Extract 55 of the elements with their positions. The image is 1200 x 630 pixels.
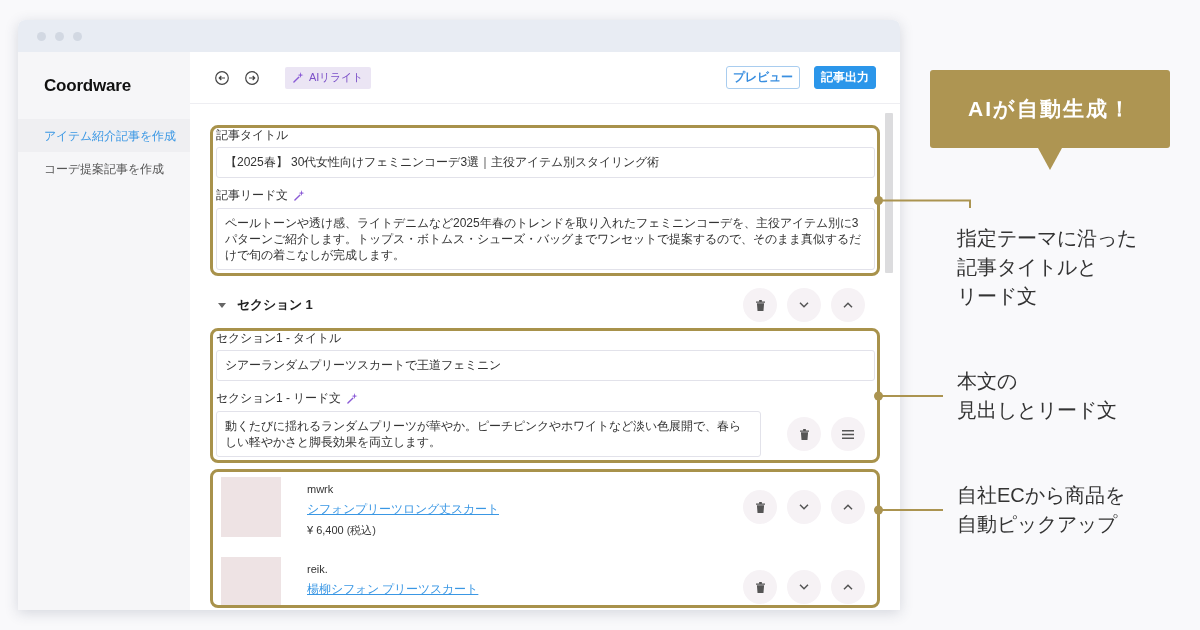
- tax-note: (税込): [346, 524, 377, 537]
- annotation-text: 自動ピックアップ: [957, 512, 1119, 537]
- sidebar-item[interactable]: コーデ提案記事を作成: [18, 152, 190, 185]
- brand-name: mwrk: [307, 482, 335, 496]
- bubble-pointer-icon: [1038, 148, 1062, 170]
- lead-text-field[interactable]: 動くたびに揺れるランダムプリーツが華やか。ピーチピンクやホワイトなど淡い色展開で、春らしい軽やかさと脚長効果を両立します。: [216, 411, 761, 457]
- delete-button[interactable]: [787, 417, 821, 451]
- back-icon[interactable]: [215, 70, 229, 85]
- caret-icon[interactable]: [218, 302, 226, 308]
- preview-button[interactable]: プレビュー: [726, 66, 800, 89]
- annotation-text: リード文: [957, 284, 1038, 309]
- annotation-text: 本文の: [957, 369, 1018, 394]
- magic-wand-icon[interactable]: [294, 190, 305, 201]
- trash-icon: [799, 428, 809, 440]
- delete-button[interactable]: [743, 490, 777, 524]
- ai-rewrite-button[interactable]: AIリライト: [285, 66, 372, 89]
- delete-button[interactable]: [743, 288, 777, 322]
- section-heading: セクション 1: [237, 296, 313, 315]
- annotation-text: 見出しとリード文: [957, 398, 1117, 423]
- title-field[interactable]: シアーランダムプリーツスカートで王道フェミニン: [216, 350, 875, 381]
- menu-icon: [842, 429, 854, 439]
- price-text: ¥ 6,400: [307, 524, 344, 537]
- chevron-down-icon: [799, 504, 809, 510]
- app-logo: Coordware: [44, 75, 131, 97]
- export-button[interactable]: 記事出力: [814, 66, 876, 89]
- lead-text-field[interactable]: ペールトーンや透け感、ライトデニムなど2025年春のトレンドを取り入れたフェミニンコーデを、主役アイテム別に3パターンご紹介します。トップス・ボトムス・シューズ・バッグまでワンセットで提案するので、そのまま真似するだけで旬の着こなしが完成します。: [216, 208, 875, 270]
- field-label: セクション1 - タイトル: [216, 331, 342, 346]
- trash-icon: [755, 501, 765, 513]
- magic-wand-icon: [293, 72, 304, 83]
- magic-wand-icon[interactable]: [347, 393, 359, 404]
- chevron-down-icon: [799, 584, 809, 590]
- chevron-up-icon: [843, 584, 853, 590]
- chevron-up-icon: [843, 302, 853, 308]
- delete-button[interactable]: [743, 570, 777, 604]
- photo-placeholder: [221, 477, 281, 537]
- field-label: セクション1 - リード文: [216, 391, 342, 406]
- annotation-text: 自社ECから商品を: [957, 483, 1125, 508]
- chevron-down-icon: [799, 302, 809, 308]
- photo-placeholder: [221, 557, 281, 605]
- annotation-text: 指定テーマに沿った: [957, 226, 1137, 251]
- sidebar-item[interactable]: アイテム紹介記事を作成: [18, 119, 190, 152]
- annotation-text: 記事タイトルと: [957, 255, 1098, 280]
- brand-name: reik.: [307, 562, 329, 576]
- trash-icon: [755, 581, 765, 593]
- chevron-up-icon: [843, 504, 853, 510]
- scrollbar-thumb[interactable]: [885, 113, 893, 273]
- menu-button[interactable]: [831, 417, 865, 451]
- trash-icon: [755, 299, 765, 311]
- speech-bubble: AIが自動生成！: [930, 70, 1170, 148]
- forward-icon[interactable]: [245, 70, 259, 85]
- product-link[interactable]: 楊柳シフォン プリーツスカート: [307, 582, 479, 597]
- title-field[interactable]: 【2025春】 30代女性向けフェミニンコーデ3選｜主役アイテム別スタイリング術: [216, 147, 875, 178]
- product-link[interactable]: シフォンプリーツロング丈スカート: [307, 502, 499, 517]
- field-label: 記事タイトル: [216, 128, 288, 143]
- field-label: 記事リード文: [216, 188, 288, 203]
